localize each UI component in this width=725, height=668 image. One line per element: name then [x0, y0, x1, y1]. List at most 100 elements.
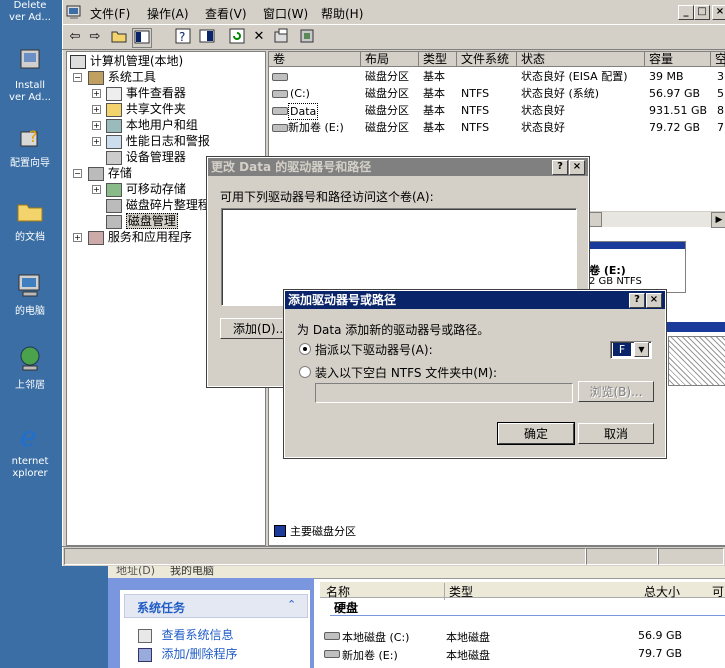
- ie-icon: e: [20, 420, 37, 453]
- menu-window[interactable]: 窗口(W): [263, 5, 308, 22]
- col-type[interactable]: 类型: [419, 52, 457, 67]
- ok-button[interactable]: 确定: [497, 422, 575, 445]
- tree-item-disk-management[interactable]: 磁盘管理: [106, 213, 178, 229]
- tree-label: 本地用户和组: [125, 118, 198, 132]
- desktop-icon-internet-explorer[interactable]: e nternet xplorer: [0, 420, 60, 480]
- menu-help[interactable]: 帮助(H): [321, 5, 363, 22]
- list-item[interactable]: 本地磁盘 (C:) 本地磁盘 56.9 GB: [324, 628, 724, 644]
- scroll-thumb[interactable]: [588, 212, 602, 227]
- desktop-icon-network-places[interactable]: 上邻居: [0, 344, 60, 392]
- cell-free: 8: [717, 104, 724, 117]
- tree-item-perf-logs[interactable]: 性能日志和警报: [106, 133, 210, 149]
- close-button[interactable]: ×: [646, 293, 662, 308]
- col-volume[interactable]: 卷: [269, 52, 361, 67]
- browse-button[interactable]: 浏览(B)...: [578, 381, 654, 402]
- tree-item-storage[interactable]: 存储: [88, 165, 132, 181]
- system-tasks-header[interactable]: 系统任务 ⌃: [124, 594, 308, 618]
- col-size[interactable]: 总大小: [644, 583, 680, 600]
- desktop-icon-delete-server[interactable]: Delete ver Ad...: [0, 0, 60, 24]
- table-row[interactable]: (C:) 磁盘分区 基本 NTFS 状态良好 (系统) 56.97 GB 5: [270, 86, 725, 102]
- collapse-toggle[interactable]: −: [73, 169, 82, 178]
- mmc-icon[interactable]: [66, 4, 82, 20]
- properties-icon[interactable]: [272, 28, 290, 46]
- collapse-chevron-icon[interactable]: ⌃: [287, 598, 296, 611]
- refresh-icon[interactable]: [228, 28, 246, 46]
- shared-folder-icon: [106, 102, 122, 117]
- col-capacity[interactable]: 容量: [645, 52, 711, 67]
- col-status[interactable]: 状态: [517, 52, 645, 67]
- computer-icon: [70, 54, 86, 69]
- expand-toggle[interactable]: +: [92, 121, 101, 130]
- cell-fs: NTFS: [461, 104, 490, 117]
- table-row[interactable]: 磁盘分区 基本 状态良好 (EISA 配置) 39 MB 3: [270, 69, 725, 85]
- col-filesystem[interactable]: 文件系统: [457, 52, 517, 67]
- task-add-remove-programs[interactable]: 添加/删除程序: [138, 645, 238, 662]
- tree-label: 设备管理器: [125, 150, 186, 164]
- expand-toggle[interactable]: +: [73, 233, 82, 242]
- tree-item-device-manager[interactable]: 设备管理器: [106, 149, 186, 165]
- col-free[interactable]: 空: [711, 52, 725, 67]
- up-folder-icon[interactable]: [110, 28, 128, 46]
- info-icon: [138, 629, 152, 643]
- collapse-toggle[interactable]: −: [73, 73, 82, 82]
- cell-status: 状态良好 (EISA 配置): [521, 70, 628, 83]
- help-icon[interactable]: ?: [174, 28, 192, 46]
- tree-item-services-apps[interactable]: 服务和应用程序: [88, 229, 192, 245]
- expand-toggle[interactable]: +: [92, 185, 101, 194]
- menu-view[interactable]: 查看(V): [205, 5, 247, 22]
- expand-toggle[interactable]: +: [92, 105, 101, 114]
- expand-toggle[interactable]: +: [92, 137, 101, 146]
- desktop-icon-my-documents[interactable]: 的文档: [0, 196, 60, 244]
- folder-path-field[interactable]: [315, 383, 573, 403]
- menu-file[interactable]: 文件(F): [90, 5, 130, 22]
- scroll-right-arrow-icon[interactable]: ▶: [711, 212, 725, 228]
- table-row[interactable]: Data 磁盘分区 基本 NTFS 状态良好 931.51 GB 8: [270, 103, 725, 120]
- partition-block[interactable]: 卷 (E:) 2 GB NTFS: [584, 241, 686, 293]
- tree-root[interactable]: 计算机管理(本地): [70, 53, 183, 69]
- close-button[interactable]: ×: [569, 160, 585, 175]
- desktop-icon-install-server[interactable]: Install ver Ad...: [0, 44, 60, 104]
- col-name[interactable]: 名称: [326, 583, 350, 600]
- show-tree-icon[interactable]: [132, 28, 152, 48]
- help-button[interactable]: ?: [552, 160, 568, 175]
- close-button[interactable]: ×: [712, 5, 725, 20]
- col-free[interactable]: 可: [712, 583, 724, 600]
- drive-icon: [324, 629, 342, 642]
- forward-arrow-icon[interactable]: ⇨: [86, 28, 104, 46]
- disk-settings-icon[interactable]: [298, 28, 316, 46]
- menu-action[interactable]: 操作(A): [147, 5, 189, 22]
- delete-icon[interactable]: ✕: [250, 28, 268, 46]
- dropdown-arrow-icon[interactable]: ▼: [634, 342, 649, 357]
- col-type[interactable]: 类型: [444, 583, 473, 600]
- list-item[interactable]: 新加卷 (E:) 本地磁盘 79.7 GB: [324, 646, 724, 662]
- back-arrow-icon[interactable]: ⇦: [66, 28, 84, 46]
- desktop-label: 的电脑: [15, 306, 45, 317]
- dialog-titlebar[interactable]: 添加驱动器号或路径: [285, 291, 665, 309]
- table-row[interactable]: 新加卷 (E:) 磁盘分区 基本 NTFS 状态良好 79.72 GB 7: [270, 120, 725, 136]
- storage-icon: [88, 166, 104, 181]
- minimize-button[interactable]: _: [678, 5, 694, 20]
- tree-item-system-tools[interactable]: 系统工具: [88, 69, 156, 85]
- help-button[interactable]: ?: [629, 293, 645, 308]
- tree-item-removable-storage[interactable]: 可移动存储: [106, 181, 186, 197]
- radio-assign-letter[interactable]: [299, 343, 311, 355]
- radio-assign-letter-label[interactable]: 指派以下驱动器号(A):: [315, 341, 433, 358]
- radio-mount-folder-label[interactable]: 装入以下空白 NTFS 文件夹中(M):: [315, 364, 497, 381]
- properties-view-icon[interactable]: [198, 28, 216, 46]
- desktop-icon-config-wizard[interactable]: ? 配置向导: [0, 122, 60, 170]
- task-view-system-info[interactable]: 查看系统信息: [138, 626, 234, 643]
- status-pane-main: [64, 548, 586, 565]
- drive-letter-select[interactable]: F ▼: [610, 341, 652, 359]
- unallocated-block[interactable]: [668, 336, 725, 386]
- col-layout[interactable]: 布局: [361, 52, 419, 67]
- cancel-button[interactable]: 取消: [578, 423, 654, 444]
- expand-toggle[interactable]: +: [92, 89, 101, 98]
- tree-item-local-users[interactable]: 本地用户和组: [106, 117, 198, 133]
- tree-item-event-viewer[interactable]: 事件查看器: [106, 85, 186, 101]
- restore-button[interactable]: □: [694, 5, 710, 20]
- dialog-titlebar[interactable]: 更改 Data 的驱动器号和路径: [208, 158, 588, 176]
- desktop-icon-my-computer[interactable]: 的电脑: [0, 270, 60, 318]
- network-icon: [20, 346, 40, 371]
- tree-item-shared-folders[interactable]: 共享文件夹: [106, 101, 186, 117]
- radio-mount-folder[interactable]: [299, 366, 311, 378]
